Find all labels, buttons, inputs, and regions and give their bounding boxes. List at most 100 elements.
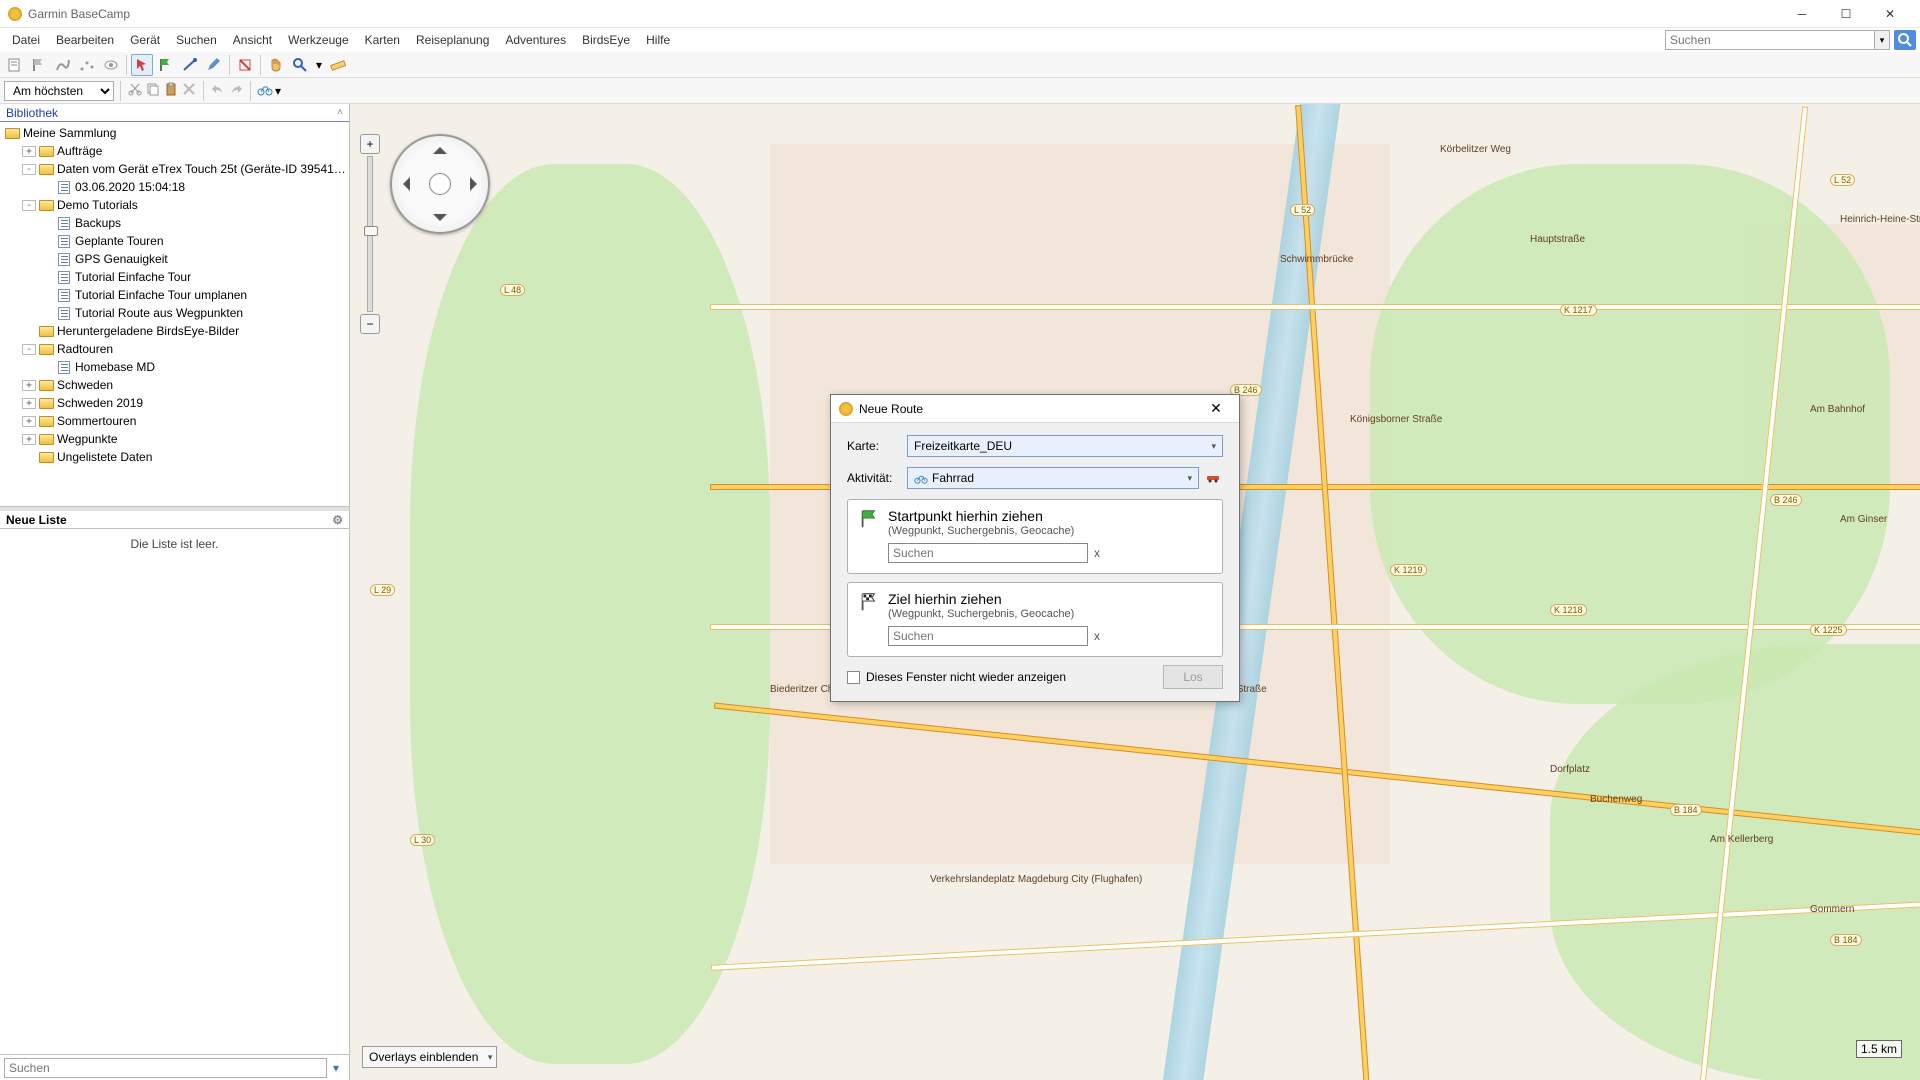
minimize-button[interactable]: ─ bbox=[1780, 0, 1824, 28]
tree-item[interactable]: Ungelistete Daten bbox=[0, 448, 349, 466]
activity-profile-button[interactable] bbox=[257, 81, 273, 100]
tree-expander[interactable]: + bbox=[22, 416, 36, 427]
dest-clear-button[interactable]: x bbox=[1094, 629, 1100, 643]
close-button[interactable]: ✕ bbox=[1868, 0, 1912, 28]
tree-expander[interactable]: + bbox=[22, 146, 36, 157]
pan-center-button[interactable] bbox=[429, 173, 451, 195]
bottom-search-input[interactable] bbox=[4, 1058, 327, 1078]
tool-zoom-dropdown[interactable]: ▾ bbox=[313, 54, 325, 76]
activity-options-button[interactable] bbox=[1203, 469, 1223, 488]
tree-item[interactable]: Tutorial Einfache Tour bbox=[0, 268, 349, 286]
top-search-dropdown[interactable]: ▾ bbox=[1874, 30, 1890, 50]
gear-icon[interactable]: ⚙ bbox=[332, 513, 343, 527]
filter-icon[interactable]: ▾ bbox=[327, 1061, 345, 1075]
tree-item[interactable]: GPS Genauigkeit bbox=[0, 250, 349, 268]
menu-werkzeuge[interactable]: Werkzeuge bbox=[280, 31, 356, 49]
menu-bearbeiten[interactable]: Bearbeiten bbox=[48, 31, 122, 49]
pan-north-button[interactable] bbox=[433, 140, 447, 154]
delete-button[interactable] bbox=[181, 81, 197, 100]
dialog-titlebar[interactable]: Neue Route ✕ bbox=[831, 395, 1239, 423]
tool-zoom-button[interactable] bbox=[289, 54, 311, 76]
start-search-input[interactable] bbox=[888, 543, 1088, 563]
tool-erase-button[interactable] bbox=[234, 54, 256, 76]
new-track-button[interactable] bbox=[76, 54, 98, 76]
new-waypoint-button[interactable] bbox=[28, 54, 50, 76]
pan-west-button[interactable] bbox=[396, 177, 410, 191]
tool-waypoint-green-button[interactable] bbox=[155, 54, 177, 76]
overlay-select[interactable]: Overlays einblenden bbox=[362, 1046, 497, 1068]
new-list-button[interactable] bbox=[4, 54, 26, 76]
tree-item[interactable]: Tutorial Einfache Tour umplanen bbox=[0, 286, 349, 304]
tree-item[interactable]: Backups bbox=[0, 214, 349, 232]
zoom-slider[interactable]: + − bbox=[358, 134, 382, 334]
tree-item[interactable]: -Demo Tutorials bbox=[0, 196, 349, 214]
library-header[interactable]: Bibliothek ˄ bbox=[0, 104, 349, 122]
tree-item[interactable]: Tutorial Route aus Wegpunkten bbox=[0, 304, 349, 322]
menu-hilfe[interactable]: Hilfe bbox=[638, 31, 678, 49]
tool-measure-button[interactable] bbox=[327, 54, 349, 76]
menu-reiseplanung[interactable]: Reiseplanung bbox=[408, 31, 497, 49]
tree-item[interactable]: 03.06.2020 15:04:18 bbox=[0, 178, 349, 196]
zoom-track[interactable] bbox=[367, 156, 373, 312]
pan-compass[interactable] bbox=[390, 134, 490, 234]
tree-item[interactable]: +Aufträge bbox=[0, 142, 349, 160]
zoom-out-button[interactable]: − bbox=[360, 314, 380, 334]
copy-button[interactable] bbox=[145, 81, 161, 100]
maximize-button[interactable]: ☐ bbox=[1824, 0, 1868, 28]
library-tree[interactable]: Meine Sammlung +Aufträge-Daten vom Gerät… bbox=[0, 122, 349, 507]
tree-item[interactable]: +Sommertouren bbox=[0, 412, 349, 430]
start-clear-button[interactable]: x bbox=[1094, 546, 1100, 560]
detail-level-select[interactable]: Am höchsten bbox=[4, 81, 114, 101]
new-route-button[interactable] bbox=[52, 54, 74, 76]
go-button[interactable]: Los bbox=[1163, 665, 1223, 689]
tree-expander[interactable]: - bbox=[22, 344, 36, 355]
tree-item[interactable]: Heruntergeladene BirdsEye-Bilder bbox=[0, 322, 349, 340]
tree-expander[interactable]: - bbox=[22, 200, 36, 211]
tree-expander[interactable]: + bbox=[22, 398, 36, 409]
menu-geraet[interactable]: Gerät bbox=[122, 31, 168, 49]
tree-expander[interactable]: - bbox=[22, 164, 36, 175]
tree-item[interactable]: Homebase MD bbox=[0, 358, 349, 376]
tree-item[interactable]: +Schweden bbox=[0, 376, 349, 394]
dialog-close-button[interactable]: ✕ bbox=[1201, 400, 1231, 417]
zoom-thumb[interactable] bbox=[364, 226, 378, 236]
top-search-input[interactable] bbox=[1665, 30, 1875, 50]
menu-ansicht[interactable]: Ansicht bbox=[225, 31, 280, 49]
tree-item[interactable]: Geplante Touren bbox=[0, 232, 349, 250]
tool-pencil-button[interactable] bbox=[203, 54, 225, 76]
redo-button[interactable] bbox=[228, 81, 244, 100]
pan-east-button[interactable] bbox=[470, 177, 484, 191]
tree-expander[interactable]: + bbox=[22, 380, 36, 391]
tree-root[interactable]: Meine Sammlung bbox=[0, 124, 349, 142]
tree-item[interactable]: +Schweden 2019 bbox=[0, 394, 349, 412]
collapse-icon[interactable]: ˄ bbox=[337, 107, 343, 118]
menu-birdseye[interactable]: BirdsEye bbox=[574, 31, 638, 49]
top-search-go-button[interactable] bbox=[1894, 30, 1916, 50]
new-birdseye-button[interactable] bbox=[100, 54, 122, 76]
tree-expander[interactable]: + bbox=[22, 434, 36, 445]
menu-suchen[interactable]: Suchen bbox=[168, 31, 225, 49]
map-combo[interactable]: Freizeitkarte_DEU bbox=[907, 435, 1223, 457]
tree-item[interactable]: -Radtouren bbox=[0, 340, 349, 358]
activity-combo[interactable]: Fahrrad bbox=[907, 467, 1199, 489]
tree-item[interactable]: -Daten vom Gerät eTrex Touch 25t (Geräte… bbox=[0, 160, 349, 178]
tree-item-label: Tutorial Einfache Tour bbox=[75, 270, 191, 284]
zoom-in-button[interactable]: + bbox=[360, 134, 380, 154]
tool-line-button[interactable] bbox=[179, 54, 201, 76]
tree-item[interactable]: +Wegpunkte bbox=[0, 430, 349, 448]
paste-button[interactable] bbox=[163, 81, 179, 100]
cut-button[interactable] bbox=[127, 81, 143, 100]
pan-south-button[interactable] bbox=[433, 214, 447, 228]
tool-select-button[interactable] bbox=[131, 54, 153, 76]
dest-search-input[interactable] bbox=[888, 626, 1088, 646]
activity-profile-dropdown[interactable]: ▾ bbox=[275, 84, 287, 98]
map-canvas[interactable]: HauptstraßeKönigsborner StraßeBiederitze… bbox=[350, 104, 1920, 1080]
undo-button[interactable] bbox=[210, 81, 226, 100]
start-drop-area[interactable]: Startpunkt hierhin ziehen (Wegpunkt, Suc… bbox=[847, 499, 1223, 574]
menu-karten[interactable]: Karten bbox=[357, 31, 408, 49]
menu-datei[interactable]: Datei bbox=[4, 31, 48, 49]
menu-adventures[interactable]: Adventures bbox=[497, 31, 574, 49]
dest-drop-area[interactable]: Ziel hierhin ziehen (Wegpunkt, Suchergeb… bbox=[847, 582, 1223, 657]
dont-show-checkbox[interactable] bbox=[847, 671, 860, 684]
tool-hand-button[interactable] bbox=[265, 54, 287, 76]
